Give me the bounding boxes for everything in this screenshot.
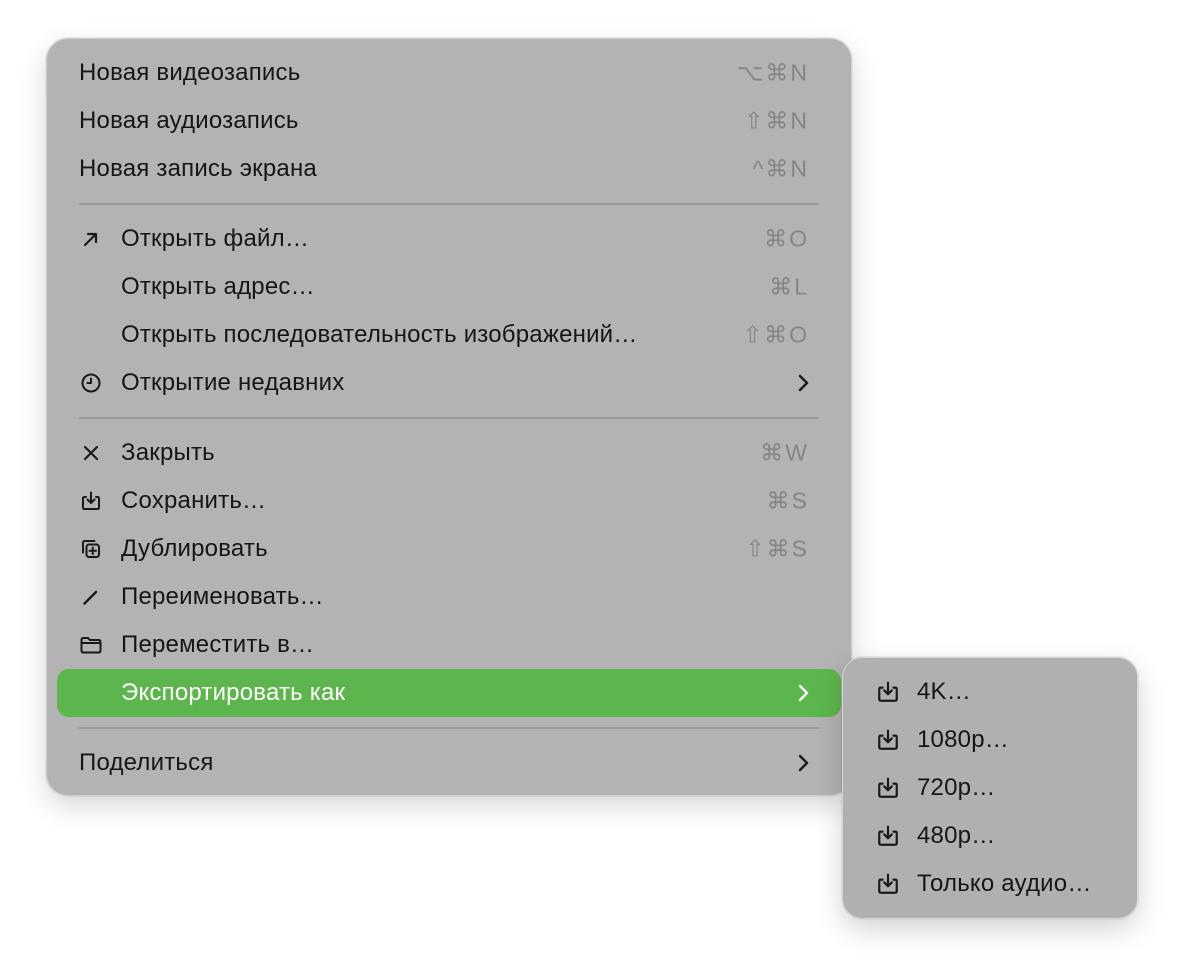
menu-item-label: Новая запись экрана xyxy=(79,155,317,182)
menu-item-shortcut: ⌘W xyxy=(760,439,809,466)
menu-item-label: Поделиться xyxy=(79,749,214,776)
chevron-right-icon xyxy=(797,753,811,773)
arrow-up-right-icon xyxy=(79,227,103,251)
menu-item-rename[interactable]: Переименовать… xyxy=(57,573,841,621)
submenu-item-480p[interactable]: 480p… xyxy=(853,812,1127,860)
menu-item-label: Новая аудиозапись xyxy=(79,107,299,134)
menu-item-label: Переместить в… xyxy=(121,631,315,658)
menu-item-shortcut: ⌘L xyxy=(769,273,809,300)
menu-item-close[interactable]: Закрыть ⌘W xyxy=(57,429,841,477)
menu-item-shortcut: ⌥⌘N xyxy=(736,59,809,86)
menu-item-export-as[interactable]: Экспортировать как xyxy=(57,669,841,717)
menu-item-share[interactable]: Поделиться xyxy=(57,739,841,787)
menu-item-shortcut: ⇧⌘S xyxy=(745,535,809,562)
save-icon xyxy=(875,871,901,897)
menu-item-shortcut: ⌘S xyxy=(766,487,809,514)
menu-item-label: Открыть адрес… xyxy=(121,273,315,300)
menu-item-label: Дублировать xyxy=(121,535,268,562)
duplicate-icon xyxy=(79,537,103,561)
pencil-icon xyxy=(79,585,103,609)
chevron-right-icon xyxy=(797,373,811,393)
submenu-item-1080p[interactable]: 1080p… xyxy=(853,716,1127,764)
menu-separator xyxy=(79,203,819,205)
submenu-item-audio-only[interactable]: Только аудио… xyxy=(853,860,1127,908)
submenu-item-label: Только аудио… xyxy=(917,870,1092,897)
menu-item-shortcut: ⇧⌘N xyxy=(744,107,809,134)
menu-separator xyxy=(79,727,819,729)
menu-item-label: Переименовать… xyxy=(121,583,324,610)
submenu-item-label: 480p… xyxy=(917,822,996,849)
clock-icon xyxy=(79,371,103,395)
save-icon xyxy=(875,727,901,753)
menu-item-new-video-recording[interactable]: Новая видеозапись ⌥⌘N xyxy=(57,49,841,97)
menu-item-new-screen-recording[interactable]: Новая запись экрана ^⌘N xyxy=(57,145,841,193)
menu-item-save[interactable]: Сохранить… ⌘S xyxy=(57,477,841,525)
save-icon xyxy=(875,775,901,801)
menu-separator xyxy=(79,417,819,419)
submenu-item-label: 1080p… xyxy=(917,726,1009,753)
file-menu: Новая видеозапись ⌥⌘N Новая аудиозапись … xyxy=(46,38,852,796)
menu-item-move-to[interactable]: Переместить в… xyxy=(57,621,841,669)
menu-item-new-audio-recording[interactable]: Новая аудиозапись ⇧⌘N xyxy=(57,97,841,145)
folder-icon xyxy=(79,633,103,657)
close-icon xyxy=(79,441,103,465)
menu-item-label: Сохранить… xyxy=(121,487,267,514)
menu-item-shortcut: ⇧⌘O xyxy=(742,321,809,348)
submenu-item-720p[interactable]: 720p… xyxy=(853,764,1127,812)
menu-item-open-recent[interactable]: Открытие недавних xyxy=(57,359,841,407)
menu-item-label: Новая видеозапись xyxy=(79,59,301,86)
save-icon xyxy=(875,679,901,705)
menu-item-open-address[interactable]: Открыть адрес… ⌘L xyxy=(57,263,841,311)
menu-item-label: Закрыть xyxy=(121,439,215,466)
submenu-item-4k[interactable]: 4K… xyxy=(853,668,1127,716)
menu-item-shortcut: ⌘O xyxy=(764,225,809,252)
save-icon xyxy=(875,823,901,849)
menu-item-duplicate[interactable]: Дублировать ⇧⌘S xyxy=(57,525,841,573)
menu-item-label: Открыть файл… xyxy=(121,225,310,252)
menu-item-open-file[interactable]: Открыть файл… ⌘O xyxy=(57,215,841,263)
export-submenu: 4K… 1080p… 720p… 480p… Только аудио… xyxy=(842,657,1138,919)
menu-item-open-image-sequence[interactable]: Открыть последовательность изображений… … xyxy=(57,311,841,359)
submenu-item-label: 4K… xyxy=(917,678,971,705)
save-icon xyxy=(79,489,103,513)
menu-item-shortcut: ^⌘N xyxy=(752,155,809,182)
menu-item-label: Открыть последовательность изображений… xyxy=(121,321,638,348)
chevron-right-icon xyxy=(797,683,811,703)
submenu-item-label: 720p… xyxy=(917,774,996,801)
menu-item-label: Открытие недавних xyxy=(121,369,345,396)
menu-item-label: Экспортировать как xyxy=(121,679,346,706)
